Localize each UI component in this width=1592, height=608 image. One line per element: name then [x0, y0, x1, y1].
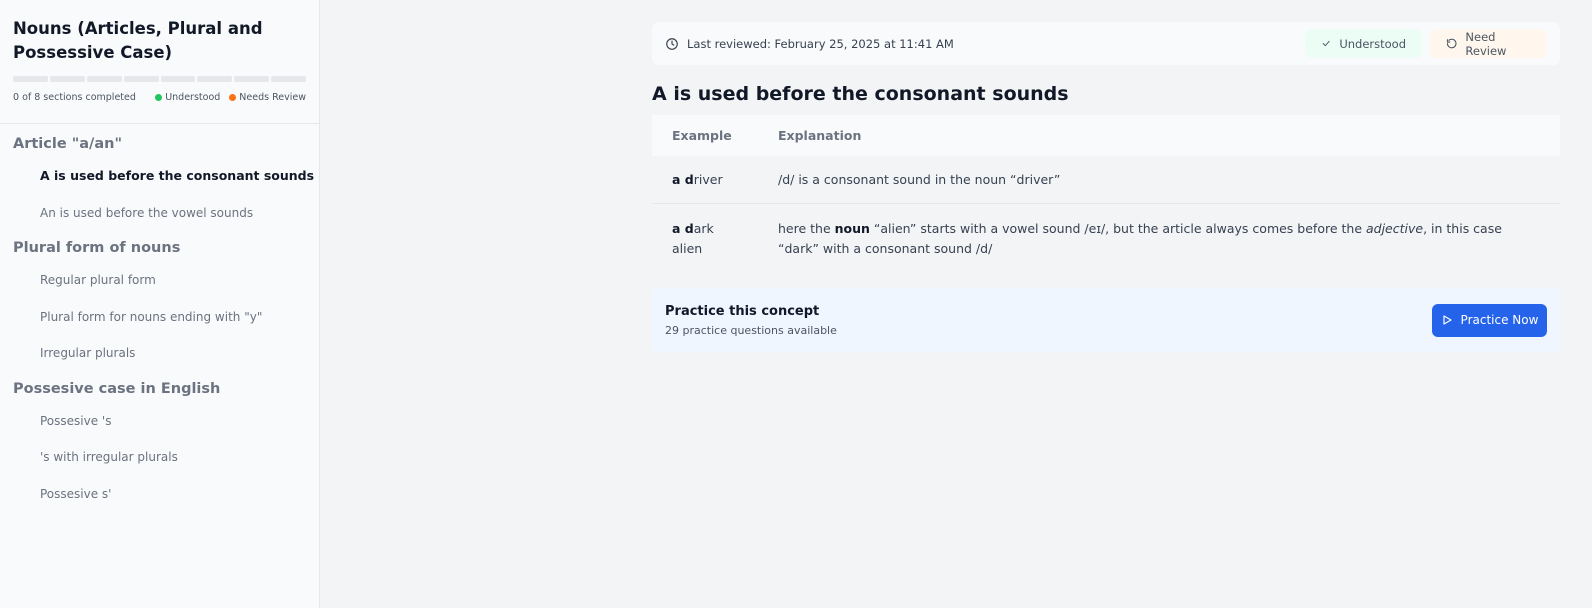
course-title: Nouns (Articles, Plural and Possessive C…	[13, 19, 263, 62]
review-status-bar: Last reviewed: February 25, 2025 at 11:4…	[652, 22, 1560, 65]
nav-item-s-irregular[interactable]: 's with irregular plurals	[0, 439, 319, 476]
example-bold: a d	[672, 171, 694, 187]
nav-item-possessive-s-plural[interactable]: Possesive s'	[0, 476, 319, 513]
nav-group-plurals[interactable]: Plural form of nouns	[0, 234, 319, 262]
check-icon	[1322, 40, 1330, 47]
explanation-bold-term: noun	[834, 221, 870, 237]
legend-understood: Understood	[155, 92, 220, 103]
table-header-row: Example Explanation	[652, 115, 1560, 156]
sidebar: Nouns (Articles, Plural and Possessive C…	[0, 0, 320, 608]
example-cell: a dark alien	[652, 203, 758, 274]
sidebar-header: Nouns (Articles, Plural and Possessive C…	[0, 0, 319, 124]
column-header-explanation: Explanation	[778, 128, 862, 143]
legend-needs-review: Needs Review	[229, 92, 306, 103]
rotate-ccw-icon	[1446, 38, 1457, 49]
practice-now-button[interactable]: Practice Now	[1432, 303, 1547, 337]
play-icon	[1442, 315, 1452, 325]
nav-item-a-consonant[interactable]: A is used before the consonant sounds	[0, 158, 319, 195]
main-content: Last reviewed: February 25, 2025 at 11:4…	[652, 22, 1560, 352]
nav-group-articles[interactable]: Article "a/an"	[0, 130, 319, 158]
section-nav: Article "a/an" A is used before the cons…	[0, 124, 319, 512]
explanation-part: here the	[778, 221, 835, 237]
explanation-italic-term: adjective	[1365, 221, 1424, 237]
legend-understood-label: Understood	[165, 92, 221, 103]
column-header-example: Example	[672, 128, 732, 143]
explanation-cell: here the noun “alien” starts with a vowe…	[758, 203, 1560, 274]
table-row: a dark alien here the noun “alien” start…	[652, 203, 1560, 274]
nav-item-plural-y[interactable]: Plural form for nouns ending with "y"	[0, 299, 319, 336]
need-review-button[interactable]: Need Review	[1430, 29, 1547, 58]
progress-bar	[13, 76, 306, 82]
explanation-part: “alien” starts with a vowel sound /eɪ/, …	[869, 221, 1366, 237]
progress-text: 0 of 8 sections completed	[13, 92, 136, 103]
explanation-cell: /d/ is a consonant sound in the noun “dr…	[758, 156, 1560, 204]
practice-now-label: Practice Now	[1460, 313, 1539, 327]
need-review-button-label: Need Review	[1465, 29, 1507, 58]
nav-item-possessive-s[interactable]: Possesive 's	[0, 403, 319, 440]
nav-group-possessive[interactable]: Possesive case in English	[0, 375, 319, 403]
nav-item-regular-plural[interactable]: Regular plural form	[0, 262, 319, 299]
example-cell: a driver	[652, 156, 758, 204]
last-reviewed-text: Last reviewed: February 25, 2025 at 11:4…	[687, 36, 954, 51]
nav-item-irregular-plurals[interactable]: Irregular plurals	[0, 335, 319, 372]
practice-panel: Practice this concept 29 practice questi…	[652, 288, 1560, 352]
progress-segment	[197, 76, 233, 82]
understood-button[interactable]: Understood	[1305, 29, 1422, 58]
example-rest: river	[693, 171, 723, 187]
progress-segment	[271, 76, 306, 82]
example-bold: a d	[672, 221, 694, 237]
table-row: a driver /d/ is a consonant sound in the…	[652, 156, 1560, 204]
progress-stats: 0 of 8 sections completed Understood Nee…	[13, 92, 306, 103]
progress-segment	[123, 76, 159, 82]
legend-needs-review-label: Needs Review	[239, 92, 306, 103]
green-dot-icon	[155, 94, 163, 101]
nav-item-an-vowel[interactable]: An is used before the vowel sounds	[0, 195, 319, 232]
progress-segment	[234, 76, 270, 82]
progress-segment	[160, 76, 196, 82]
practice-subtitle: 29 practice questions available	[665, 323, 837, 337]
clock-icon	[666, 37, 678, 50]
orange-dot-icon	[229, 94, 237, 101]
progress-segment	[13, 76, 48, 82]
examples-table: Example Explanation a driver /d/ is a co…	[652, 115, 1560, 274]
progress-segment	[86, 76, 122, 82]
practice-text: Practice this concept 29 practice questi…	[665, 304, 1432, 337]
understood-button-label: Understood	[1339, 36, 1406, 51]
progress-segment	[49, 76, 85, 82]
concept-title: A is used before the consonant sounds	[652, 83, 1069, 105]
practice-title: Practice this concept	[665, 303, 820, 319]
